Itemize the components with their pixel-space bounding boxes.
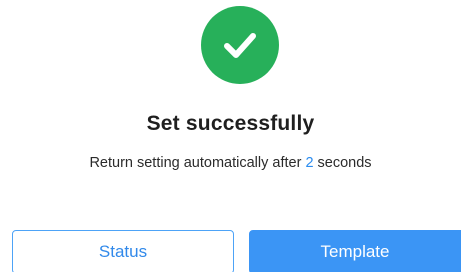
success-dialog: Set successfully Return setting automati… xyxy=(0,0,461,272)
success-checkmark-icon xyxy=(201,6,279,84)
countdown-message: Return setting automatically after 2 sec… xyxy=(0,155,461,171)
template-button[interactable]: Template xyxy=(249,230,461,272)
status-button[interactable]: Status xyxy=(12,230,234,272)
countdown-prefix: Return setting automatically after xyxy=(89,155,302,171)
checkmark-icon xyxy=(224,33,256,58)
countdown-seconds: 2 xyxy=(305,155,314,171)
countdown-suffix: seconds xyxy=(317,155,372,171)
success-title: Set successfully xyxy=(146,112,315,135)
